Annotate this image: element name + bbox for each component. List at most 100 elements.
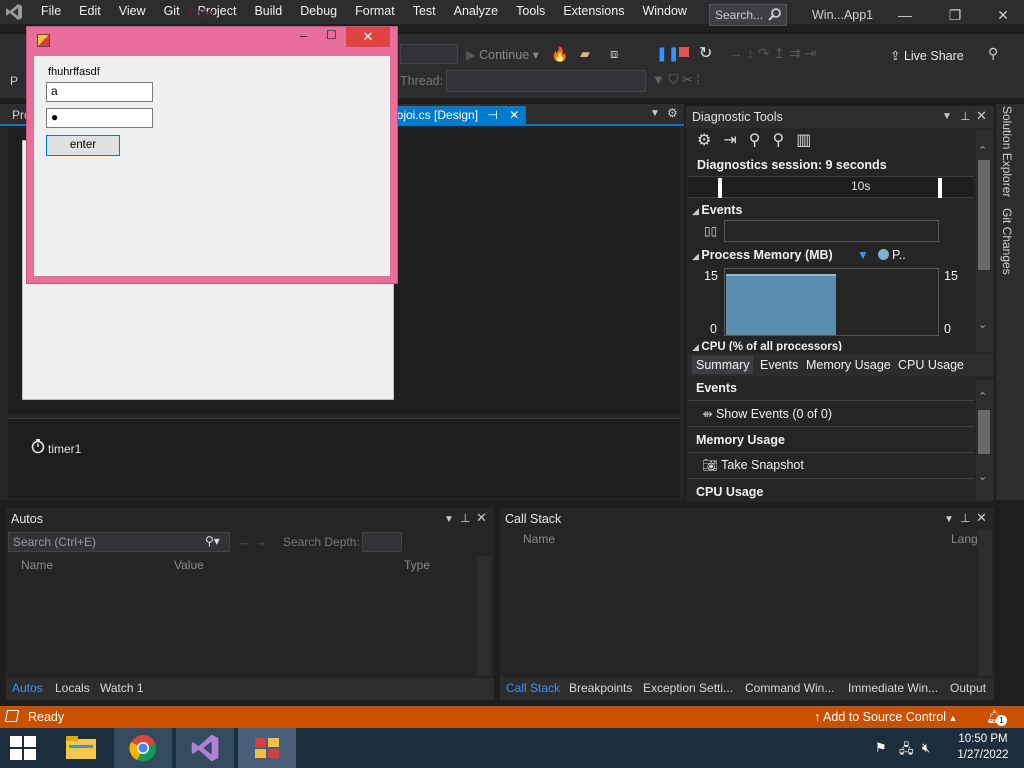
tab-autos[interactable]: Autos — [12, 681, 43, 695]
tab-immediate-window[interactable]: Immediate Win... — [848, 681, 938, 695]
diag-scroll-thumb[interactable] — [978, 160, 990, 270]
toolbar-dropdown[interactable] — [400, 44, 458, 64]
scroll-up-icon[interactable]: ⌃ — [978, 144, 987, 157]
menu-test[interactable]: Test — [404, 0, 445, 24]
diag-dropdown-icon[interactable]: ▼ — [942, 111, 952, 122]
autos-pin-icon[interactable]: ⊥ — [460, 511, 470, 525]
add-to-source-control-button[interactable]: ↑ Add to Source Control ▲ — [814, 710, 957, 724]
menu-format[interactable]: Format — [346, 0, 404, 24]
form-close-button[interactable]: ✕ — [346, 27, 390, 47]
autos-col-type[interactable]: Type — [404, 558, 430, 572]
search-depth-select[interactable] — [362, 532, 402, 552]
folder-icon[interactable]: ▰ — [580, 46, 590, 62]
taskbar-file-explorer-icon[interactable] — [52, 728, 110, 768]
windows-start-icon[interactable] — [10, 736, 36, 763]
tray-network-icon[interactable]: 🖧︎ — [899, 740, 914, 762]
tab-designer[interactable]: iojoi.cs [Design] ⊣ ✕ — [388, 106, 526, 126]
menu-extensions[interactable]: Extensions — [554, 0, 633, 24]
autos-col-value[interactable]: Value — [174, 558, 204, 572]
menu-file[interactable]: File — [32, 0, 70, 24]
tab-close-icon[interactable]: ✕ — [509, 108, 519, 122]
callstack-col-name[interactable]: Name — [523, 532, 555, 546]
taskbar-winforms-app-icon[interactable] — [238, 728, 296, 768]
pin-icon[interactable]: ⊣ — [487, 108, 497, 122]
events-pause-icon[interactable]: ▯▯ — [704, 224, 717, 238]
form-textbox-2[interactable]: ● — [46, 108, 153, 128]
form-textbox-1[interactable]: a — [46, 82, 153, 102]
search-input[interactable]: Search... — [709, 4, 787, 26]
tab-exception-settings[interactable]: Exception Setti... — [643, 681, 733, 695]
menu-tools[interactable]: Tools — [507, 0, 554, 24]
autos-col-name[interactable]: Name — [21, 558, 53, 572]
menu-window[interactable]: Window — [633, 0, 695, 24]
tab-locals[interactable]: Locals — [55, 681, 90, 695]
tab-command-window[interactable]: Command Win... — [745, 681, 834, 695]
timer-component-label[interactable]: timer1 — [48, 442, 81, 456]
autos-close-icon[interactable]: ✕ — [476, 510, 487, 526]
tab-events[interactable]: Events — [760, 358, 798, 372]
autos-search-input[interactable]: Search (Ctrl+E) ⚲▾ — [8, 532, 230, 552]
hot-reload-icon[interactable]: 🔥 — [551, 46, 568, 63]
continue-button[interactable]: ▶ Continue ▾ — [466, 47, 539, 62]
scroll-down-icon[interactable]: ⌄ — [978, 318, 987, 331]
form-maximize-icon[interactable]: ☐ — [326, 28, 342, 42]
screenshot-icon[interactable]: ⧈ — [610, 46, 618, 62]
tab-summary[interactable]: Summary — [692, 356, 754, 374]
callstack-pin-icon[interactable]: ⊥ — [960, 511, 970, 525]
tray-flag-icon[interactable]: ⚑ — [875, 740, 887, 756]
timeline-end-handle[interactable] — [938, 178, 942, 198]
diag-close-icon[interactable]: ✕ — [976, 108, 987, 124]
menu-analyze[interactable]: Analyze — [445, 0, 507, 24]
tab-dropdown-icon[interactable]: ▼ — [650, 108, 660, 119]
show-events-link[interactable]: ⇻ Show Events (0 of 0) — [702, 406, 832, 421]
diag-toolbar-icons[interactable]: ⚙⇥⚲⚲▥ — [697, 130, 823, 150]
stop-icon[interactable] — [679, 47, 689, 57]
form-minimize-icon[interactable]: – — [300, 28, 316, 43]
diag-events-header[interactable]: ◢ Events — [692, 203, 742, 217]
cpu-header[interactable]: ◢ CPU (% of all processors) — [692, 341, 842, 351]
tab-watch1[interactable]: Watch 1 — [100, 681, 144, 695]
callstack-scrollbar[interactable] — [978, 530, 992, 676]
diag-pin-icon[interactable]: ⊥ — [960, 109, 970, 123]
menu-edit[interactable]: Edit — [70, 0, 110, 24]
diag-timeline[interactable] — [688, 176, 974, 198]
taskbar-chrome-icon[interactable] — [114, 728, 172, 768]
enter-button[interactable]: enter — [46, 135, 120, 156]
taskbar-visual-studio-icon[interactable] — [176, 728, 234, 768]
tab-git-changes[interactable]: Git Changes — [1000, 208, 1014, 275]
take-snapshot-button[interactable]: 📷︎ Take Snapshot — [702, 458, 804, 473]
tab-solution-explorer[interactable]: Solution Explorer — [1000, 106, 1014, 197]
notification-count: 1 — [996, 715, 1007, 726]
pause-icon[interactable]: ❚❚ — [656, 45, 679, 62]
thread-select[interactable] — [446, 70, 646, 92]
tab-cpu-usage[interactable]: CPU Usage — [898, 358, 964, 372]
restore-icon[interactable]: ❐ — [935, 0, 975, 30]
summary-scroll-thumb[interactable] — [978, 410, 990, 454]
callstack-dropdown-icon[interactable]: ▼ — [944, 514, 954, 525]
autos-scrollbar[interactable] — [477, 556, 491, 676]
callstack-close-icon[interactable]: ✕ — [976, 510, 987, 526]
autos-dropdown-icon[interactable]: ▼ — [444, 514, 454, 525]
menu-build[interactable]: Build — [245, 0, 291, 24]
close-icon[interactable]: ✕ — [983, 0, 1023, 30]
live-share-button[interactable]: ⇪ Live Share — [890, 48, 964, 63]
tab-memory-usage[interactable]: Memory Usage — [806, 358, 891, 372]
menu-view[interactable]: View — [110, 0, 155, 24]
tab-breakpoints[interactable]: Breakpoints — [569, 681, 632, 695]
process-memory-header[interactable]: ◢ Process Memory (MB) — [692, 248, 833, 262]
callstack-col-lang[interactable]: Lang — [951, 532, 978, 546]
tab-output[interactable]: Output — [950, 681, 986, 695]
nav-arrows-icon: ← → — [238, 534, 268, 549]
restart-icon[interactable]: ↻ — [699, 43, 712, 63]
summary-scroll-down-icon[interactable]: ⌄ — [978, 470, 987, 483]
timeline-start-handle[interactable] — [718, 178, 722, 198]
tab-call-stack[interactable]: Call Stack — [506, 681, 560, 695]
feedback-icon[interactable]: ⚲ — [988, 45, 998, 62]
taskbar-clock[interactable]: 10:50 PM 1/27/2022 — [948, 731, 1018, 763]
tab-settings-icon[interactable]: ⚙ — [667, 106, 678, 120]
tray-volume-muted-icon[interactable]: 🔇︎ — [922, 740, 930, 756]
events-track[interactable] — [724, 220, 939, 242]
minimize-icon[interactable]: — — [885, 0, 925, 30]
summary-scroll-up-icon[interactable]: ⌃ — [978, 390, 987, 403]
menu-debug[interactable]: Debug — [291, 0, 346, 24]
